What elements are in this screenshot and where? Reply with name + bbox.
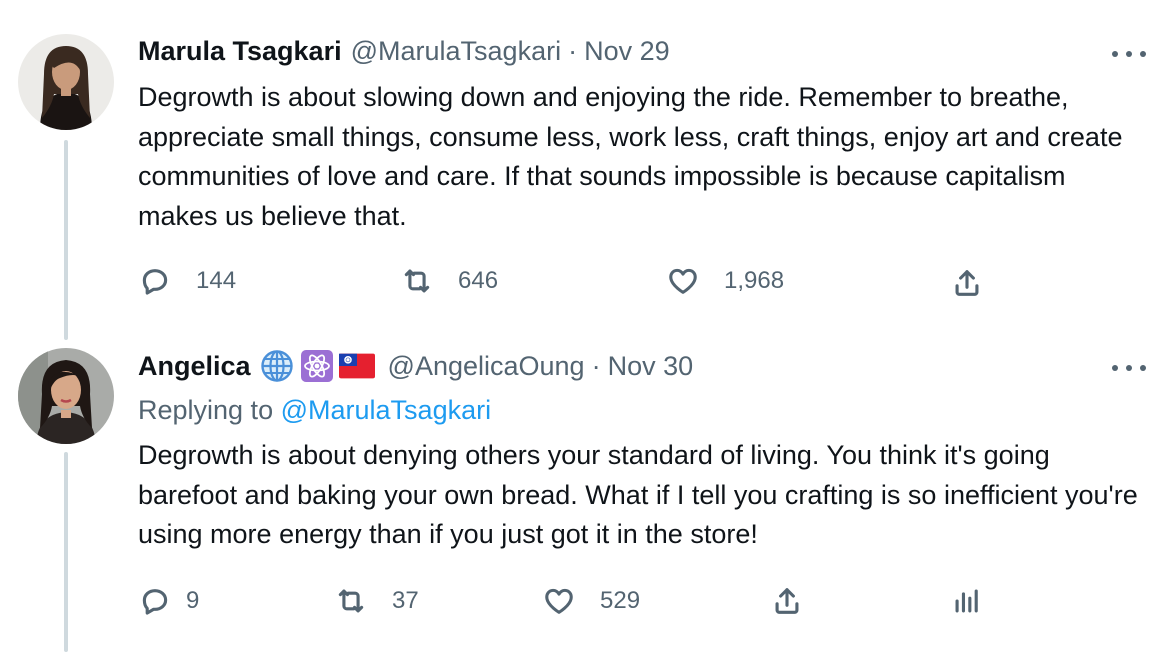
thread-connector (64, 140, 68, 340)
heart-icon (545, 588, 573, 614)
tweet-angelica[interactable]: Angelica @AngelicaOung · Nov 30 Replying… (0, 340, 1176, 652)
share-button[interactable] (950, 266, 984, 300)
taiwan-flag-icon (338, 348, 375, 384)
author-name[interactable]: Angelica (138, 351, 251, 382)
author-handle[interactable]: @MarulaTsagkari (351, 36, 561, 67)
thread-connector (64, 452, 68, 652)
reply-button[interactable]: 9 (138, 584, 199, 618)
tweet-text: Degrowth is about denying others your st… (138, 440, 1138, 549)
like-button[interactable]: 1,968 (666, 264, 784, 298)
heart-icon (669, 268, 697, 294)
retweet-icon (404, 269, 430, 293)
tweet-marula[interactable]: Marula Tsagkari @MarulaTsagkari · Nov 29… (0, 0, 1176, 340)
share-icon (775, 588, 799, 614)
more-options-icon[interactable] (1112, 358, 1146, 378)
like-button[interactable]: 529 (542, 584, 640, 618)
replying-prefix: Replying to (138, 395, 274, 425)
share-icon (955, 270, 979, 296)
author-handle[interactable]: @AngelicaOung (388, 351, 585, 382)
separator-dot: · (568, 36, 578, 66)
more-options-icon[interactable] (1112, 44, 1146, 64)
separator-dot: · (591, 350, 601, 381)
share-button[interactable] (770, 584, 804, 618)
tweet-header: Angelica @AngelicaOung · Nov 30 (138, 348, 693, 384)
reply-count: 9 (186, 587, 200, 614)
mention-link[interactable]: @MarulaTsagkari (281, 395, 491, 425)
author-name[interactable]: Marula Tsagkari (138, 36, 342, 67)
like-count: 529 (600, 587, 641, 614)
retweet-icon (338, 589, 364, 613)
retweet-count: 37 (392, 587, 419, 614)
analytics-button[interactable] (950, 584, 984, 618)
like-count: 1,968 (724, 267, 785, 294)
retweet-count: 646 (458, 267, 499, 294)
retweet-button[interactable]: 37 (334, 584, 419, 618)
avatar-marula[interactable] (18, 34, 114, 130)
profile-badges (259, 348, 379, 384)
atom-icon (299, 348, 335, 384)
analytics-icon (955, 589, 978, 613)
tweet-text: Degrowth is about slowing down and enjoy… (138, 82, 1123, 231)
avatar-angelica[interactable] (18, 348, 114, 444)
reply-button[interactable]: 144 (138, 264, 236, 298)
reply-icon (142, 269, 168, 295)
tweet-header: Marula Tsagkari @MarulaTsagkari · Nov 29 (138, 36, 670, 67)
retweet-button[interactable]: 646 (400, 264, 498, 298)
reply-count: 144 (196, 267, 237, 294)
globe-icon (259, 348, 295, 384)
replying-to: Replying to @MarulaTsagkari (138, 395, 491, 426)
reply-icon (142, 589, 168, 615)
tweet-date[interactable]: Nov 29 (584, 36, 670, 67)
tweet-date[interactable]: Nov 30 (608, 351, 694, 382)
